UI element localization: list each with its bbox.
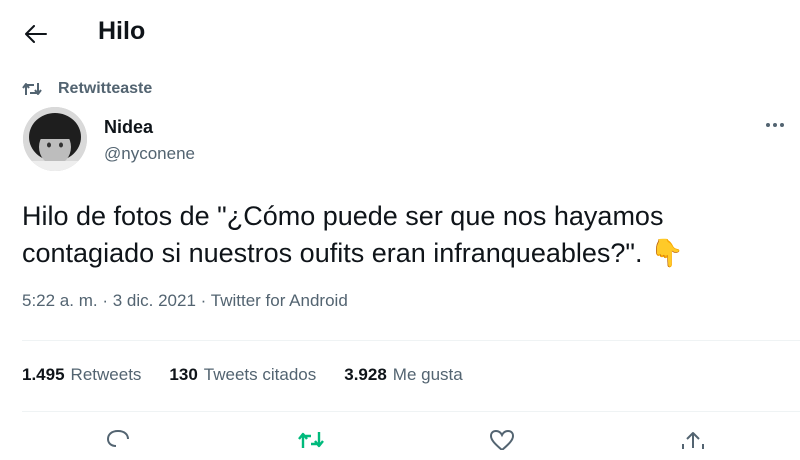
tweet-stats: 1.495 Retweets 130 Tweets citados 3.928 … bbox=[22, 365, 463, 385]
tweet-body: Hilo de fotos de "¿Cómo puede ser que no… bbox=[22, 201, 664, 268]
retweet-icon bbox=[22, 83, 42, 95]
tweet-source[interactable]: Twitter for Android bbox=[211, 291, 348, 310]
like-button[interactable] bbox=[485, 430, 519, 460]
retweeted-label: Retwitteaste bbox=[58, 80, 153, 97]
avatar-image bbox=[23, 107, 87, 171]
more-options-button[interactable] bbox=[760, 115, 790, 135]
meta-separator: · bbox=[200, 291, 207, 310]
likes-stat[interactable]: 3.928 Me gusta bbox=[344, 365, 462, 385]
author-handle[interactable]: @nyconene bbox=[104, 144, 195, 164]
quote-tweets-stat[interactable]: 130 Tweets citados bbox=[169, 365, 316, 385]
retweet-button[interactable] bbox=[294, 430, 328, 460]
reply-icon bbox=[106, 430, 129, 447]
divider bbox=[22, 340, 800, 341]
pointing-down-emoji: 👇 bbox=[650, 238, 684, 268]
meta-separator: · bbox=[102, 291, 109, 310]
tweet-meta: 5:22 a. m. · 3 dic. 2021 · Twitter for A… bbox=[22, 291, 348, 311]
tweet-date[interactable]: 3 dic. 2021 bbox=[113, 291, 196, 310]
avatar[interactable] bbox=[23, 107, 87, 171]
back-arrow-icon bbox=[25, 25, 47, 43]
share-button[interactable] bbox=[676, 430, 710, 460]
retweets-stat[interactable]: 1.495 Retweets bbox=[22, 365, 141, 385]
likes-label: Me gusta bbox=[392, 365, 463, 384]
author-name[interactable]: Nidea bbox=[104, 117, 153, 138]
tweet-text: Hilo de fotos de "¿Cómo puede ser que no… bbox=[22, 198, 782, 272]
more-icon bbox=[766, 123, 770, 127]
reply-button[interactable] bbox=[101, 430, 135, 460]
retweet-icon bbox=[298, 432, 324, 448]
share-icon bbox=[682, 432, 704, 449]
like-icon bbox=[489, 430, 515, 450]
back-button[interactable] bbox=[20, 18, 52, 50]
quote-tweets-label: Tweets citados bbox=[203, 365, 317, 384]
likes-count: 3.928 bbox=[344, 365, 387, 384]
divider bbox=[22, 411, 800, 412]
quote-tweets-count: 130 bbox=[169, 365, 198, 384]
retweets-label: Retweets bbox=[70, 365, 142, 384]
retweeted-banner: Retwitteaste bbox=[22, 80, 152, 98]
retweets-count: 1.495 bbox=[22, 365, 65, 384]
tweet-time[interactable]: 5:22 a. m. bbox=[22, 291, 98, 310]
page-title: Hilo bbox=[98, 17, 146, 45]
